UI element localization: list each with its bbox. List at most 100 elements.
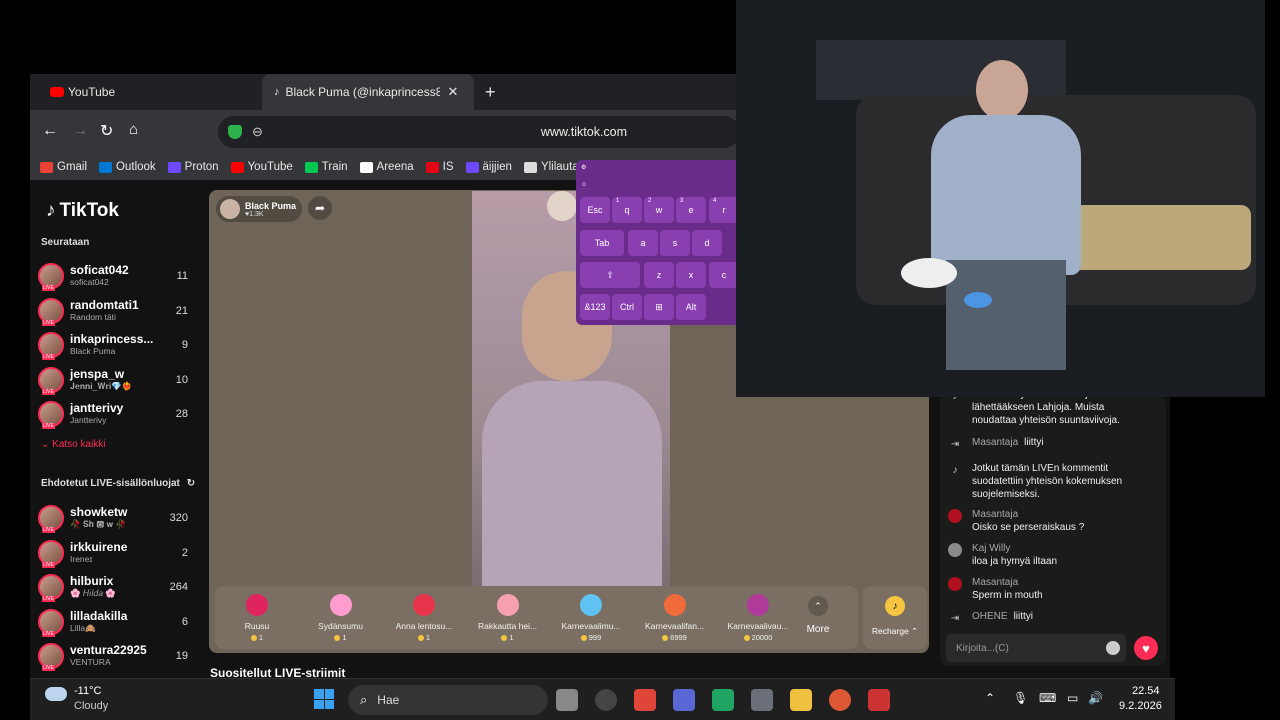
keyboard-key[interactable]: ⇧ bbox=[580, 262, 640, 288]
tiktok-logo[interactable]: ♪ TikTok bbox=[46, 200, 119, 222]
keyboard-key[interactable]: a bbox=[628, 230, 658, 256]
bookmark-item[interactable]: Proton bbox=[167, 161, 219, 173]
keyboard-key[interactable]: Tab bbox=[580, 230, 624, 256]
sidebar-account[interactable]: LIVE randomtati1 Random täti 21 bbox=[38, 295, 198, 327]
host-info[interactable]: Black Puma ♥1.3K bbox=[216, 196, 302, 222]
temperature[interactable]: -11°C bbox=[74, 685, 101, 697]
sidebar-account[interactable]: LIVE hilburix 🌸 𝐻𝑖𝑙𝑑𝑎 🌸 264 bbox=[38, 571, 198, 603]
keyboard-emoji-icon[interactable]: ☺ bbox=[581, 182, 587, 188]
gift-icon bbox=[413, 594, 435, 616]
sidebar-account[interactable]: LIVE inkaprincess... Black Puma 9 bbox=[38, 329, 198, 361]
weather[interactable]: Cloudy bbox=[74, 700, 108, 712]
sidebar-account[interactable]: LIVE lilladakilla Lilla🙈 6 bbox=[38, 606, 198, 638]
clock-time[interactable]: 22.54 bbox=[1132, 685, 1160, 697]
task-view-icon[interactable] bbox=[556, 689, 578, 711]
gift-item[interactable]: Anna lentosu... 1 bbox=[384, 586, 464, 649]
address-bar[interactable]: ⊖ www.tiktok.com bbox=[218, 116, 740, 148]
chrome-icon[interactable] bbox=[595, 689, 617, 711]
obs-icon[interactable] bbox=[673, 689, 695, 711]
sidebar-account[interactable]: LIVE jantterivy Jantterivy 28 bbox=[38, 398, 198, 430]
volume-icon[interactable]: 🔊 bbox=[1088, 691, 1103, 705]
duckduckgo-icon[interactable] bbox=[829, 689, 851, 711]
message-user[interactable]: Masantaja bbox=[972, 508, 1142, 521]
keyboard-key[interactable]: Alt bbox=[676, 294, 706, 320]
chat-input[interactable]: Kirjoita...(C) bbox=[946, 634, 1126, 662]
keyboard-key[interactable]: z bbox=[644, 262, 674, 288]
new-tab-button[interactable]: + bbox=[485, 74, 505, 110]
gift-name: Ruusu bbox=[244, 621, 270, 631]
refresh-icon[interactable]: ↻ bbox=[187, 478, 195, 489]
message-user[interactable]: Kaj Willy bbox=[972, 542, 1142, 555]
bookmark-item[interactable]: Outlook bbox=[99, 161, 156, 173]
bookmark-item[interactable]: IS bbox=[425, 161, 454, 173]
sheets-icon[interactable] bbox=[712, 689, 734, 711]
keyboard-key[interactable]: 1q bbox=[612, 197, 642, 223]
bookmark-item[interactable]: Gmail bbox=[40, 161, 87, 173]
coin-icon bbox=[743, 634, 750, 641]
message-text: liittyi bbox=[1024, 437, 1044, 448]
message-user[interactable]: OHENE bbox=[972, 610, 1008, 625]
app-icon-mascot[interactable] bbox=[868, 689, 890, 711]
clock-date[interactable]: 9.2.2026 bbox=[1119, 700, 1162, 712]
keyboard-key[interactable]: 2w bbox=[644, 197, 674, 223]
gift-item[interactable]: Ruusu 1 bbox=[217, 586, 297, 649]
keyboard-key[interactable]: Ctrl bbox=[612, 294, 642, 320]
gift-item[interactable]: Karnevaalivau... 20000 bbox=[718, 586, 798, 649]
reload-icon[interactable]: ↻ bbox=[100, 121, 113, 141]
sidebar-account[interactable]: LIVE soficat042 soficat042 11 bbox=[38, 260, 198, 292]
bookmark-item[interactable]: Areena bbox=[359, 161, 414, 173]
calculator-icon[interactable] bbox=[751, 689, 773, 711]
keyboard-key[interactable]: x bbox=[676, 262, 706, 288]
folder-icon[interactable] bbox=[790, 689, 812, 711]
sidebar-account[interactable]: LIVE irkkuirene Ireneɪ 2 bbox=[38, 537, 198, 569]
keyboard-key[interactable]: c bbox=[709, 262, 739, 288]
gift-item[interactable]: Rakkautta hei... 1 bbox=[468, 586, 548, 649]
emoji-icon[interactable] bbox=[1106, 641, 1120, 655]
network-icon[interactable]: ▭ bbox=[1067, 691, 1078, 705]
account-subtitle: 𝐉𝐞𝐧𝐧𝐢_𝐖𝐫𝐢💎❤️‍🔥 bbox=[70, 380, 133, 391]
microphone-icon[interactable]: 🎙 bbox=[1013, 691, 1028, 705]
bookmark-item[interactable]: Train bbox=[304, 161, 348, 173]
account-text: irkkuirene Ireneɪ bbox=[70, 540, 127, 565]
back-icon[interactable]: ← bbox=[42, 122, 58, 140]
bookmark-item[interactable]: YouTube bbox=[230, 161, 293, 173]
tab-youtube[interactable]: YouTube bbox=[50, 74, 260, 110]
keyboard-key[interactable]: &123 bbox=[580, 294, 610, 320]
chevron-up-icon: ⌃ bbox=[808, 596, 828, 616]
keyboard-key[interactable]: d bbox=[692, 230, 722, 256]
home-icon[interactable]: ⌂ bbox=[129, 121, 138, 138]
cloud-icon[interactable] bbox=[45, 687, 67, 701]
keyboard-key[interactable]: 4r bbox=[709, 197, 739, 223]
keyboard-icon[interactable]: ⌨ bbox=[1039, 691, 1056, 705]
chevron-up-icon[interactable]: ⌃ bbox=[985, 691, 995, 705]
keyboard-key[interactable]: 3e bbox=[676, 197, 706, 223]
keyboard-settings-icon[interactable]: ⚙ bbox=[581, 164, 586, 171]
keyboard-key[interactable]: s bbox=[660, 230, 690, 256]
forward-icon[interactable]: → bbox=[72, 122, 88, 140]
gift-item[interactable]: Karnevaalimu... 999 bbox=[551, 586, 631, 649]
search-box[interactable]: ⌕ Hae bbox=[348, 685, 548, 715]
sidebar-account[interactable]: LIVE showketw 🥀 𝐒𝐡 🅾 𝐰 🥀 320 bbox=[38, 502, 198, 534]
zoom-icon[interactable]: ⊖ bbox=[252, 124, 263, 140]
close-tab-icon[interactable]: ✕ bbox=[448, 84, 459, 100]
sidebar-account[interactable]: LIVE ventura22925 VENTURA 19 bbox=[38, 640, 198, 672]
host-likes: 1.3K bbox=[249, 210, 264, 218]
coin-icon bbox=[417, 634, 424, 641]
recharge-button[interactable]: ♪ Recharge ⌃ bbox=[863, 586, 927, 649]
account-text: jenspa_w 𝐉𝐞𝐧𝐧𝐢_𝐖𝐫𝐢💎❤️‍🔥 bbox=[70, 367, 133, 392]
sidebar-account[interactable]: LIVE jenspa_w 𝐉𝐞𝐧𝐧𝐢_𝐖𝐫𝐢💎❤️‍🔥 10 bbox=[38, 364, 198, 396]
bookmark-item[interactable]: Ylilauta bbox=[523, 161, 579, 173]
keyboard-key[interactable]: ⊞ bbox=[644, 294, 674, 320]
keyboard-key[interactable]: Esc bbox=[580, 197, 610, 223]
see-all-link[interactable]: ⌄ Katso kaikki bbox=[41, 439, 106, 450]
gift-item[interactable]: Karnevaalifan... 6999 bbox=[635, 586, 715, 649]
message-user[interactable]: Masantaja bbox=[972, 436, 1018, 451]
like-button[interactable]: ♥ bbox=[1134, 636, 1158, 660]
share-icon[interactable]: ➦ bbox=[308, 196, 332, 220]
gift-item[interactable]: Sydänsumu 1 bbox=[301, 586, 381, 649]
windows-start-icon[interactable] bbox=[314, 689, 334, 709]
app-icon-red-green[interactable] bbox=[634, 689, 656, 711]
tab-tiktok[interactable]: ♪ Black Puma (@inkaprincess80 ✕ bbox=[262, 74, 474, 110]
bookmark-item[interactable]: äijjien bbox=[465, 161, 512, 173]
message-user[interactable]: Masantaja bbox=[972, 576, 1142, 589]
